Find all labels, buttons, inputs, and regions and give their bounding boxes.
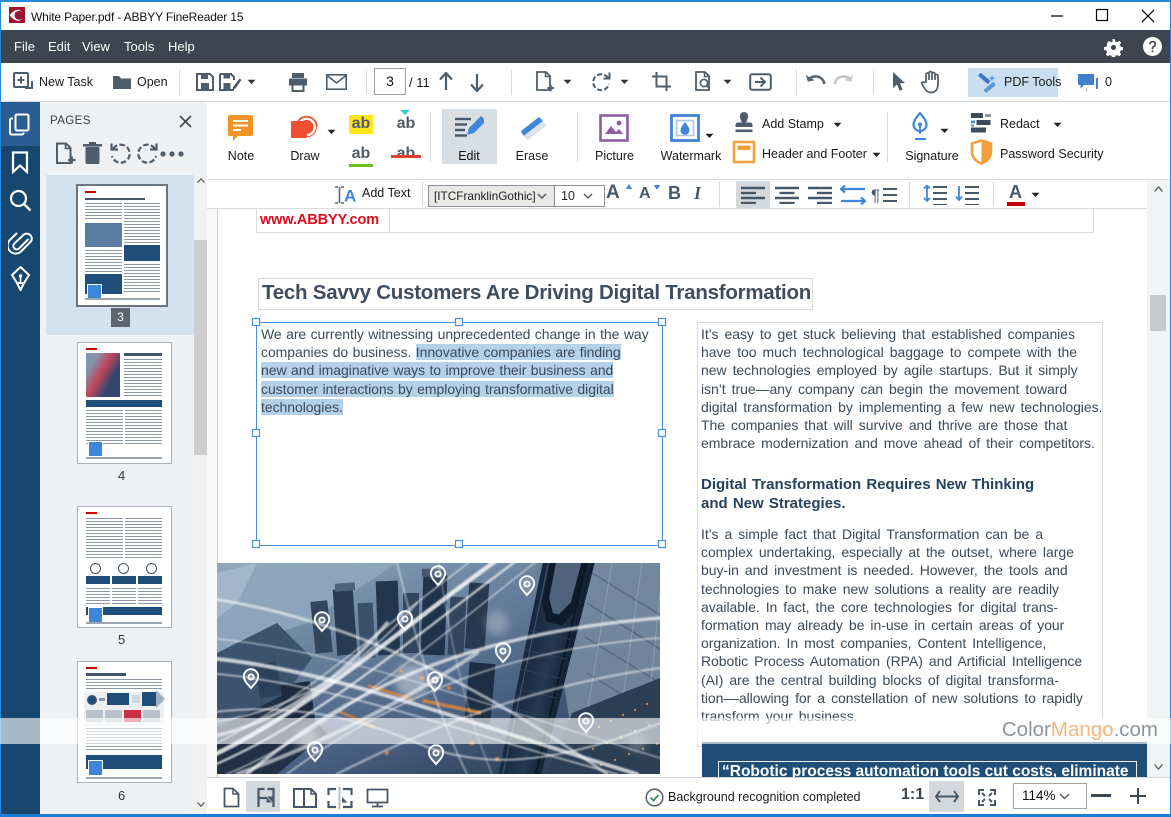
svg-text:¶: ¶ [871,186,880,204]
svg-text:A: A [344,187,356,206]
